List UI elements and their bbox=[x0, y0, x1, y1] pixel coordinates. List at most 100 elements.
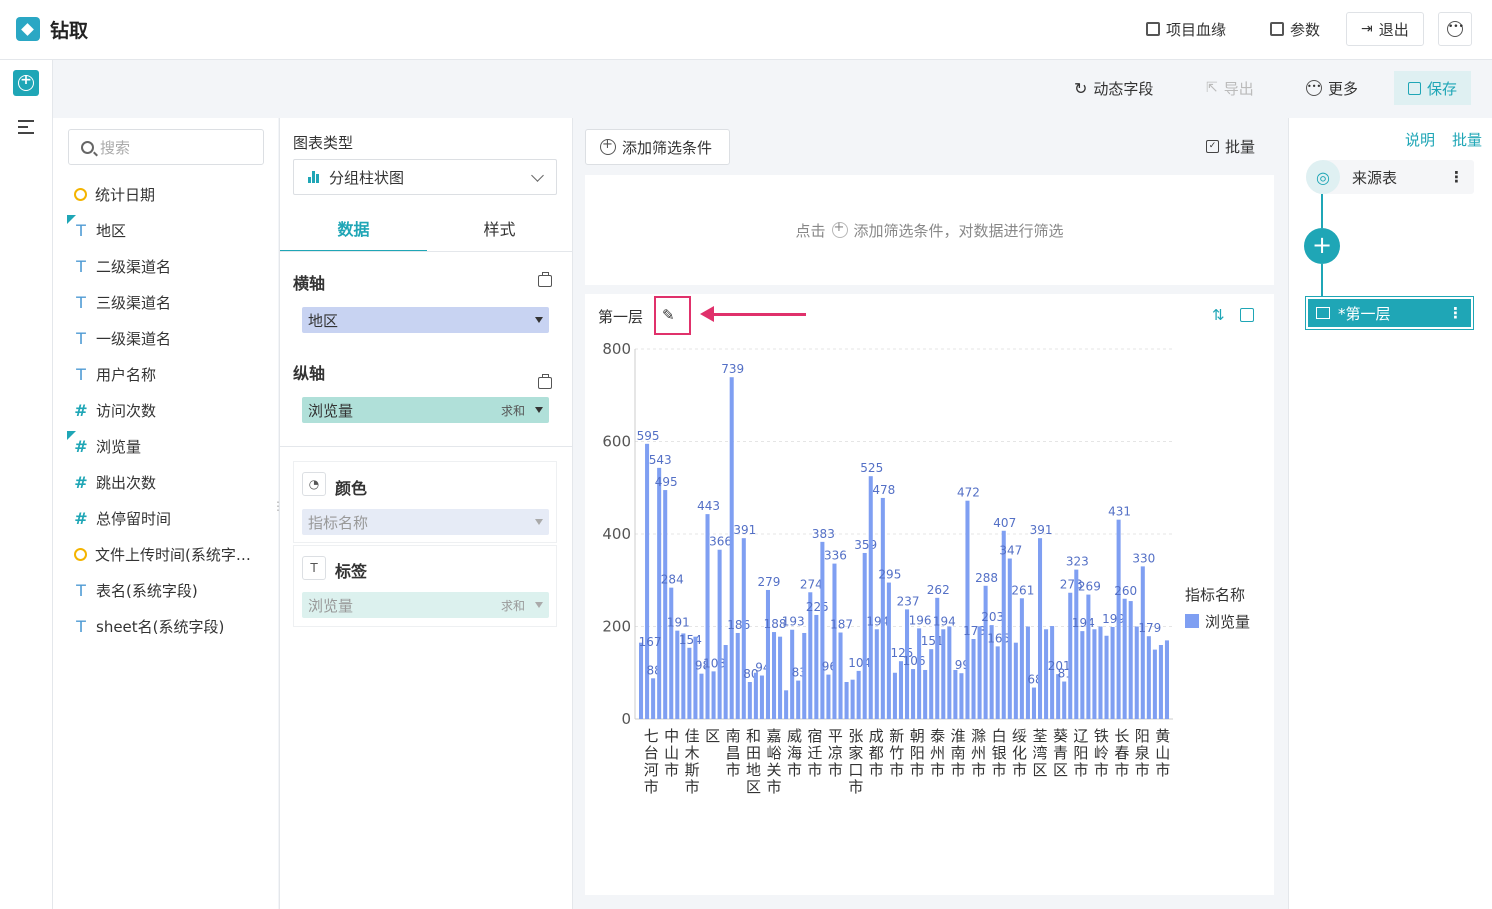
field-item[interactable]: T 表名(系统字段) bbox=[72, 578, 198, 602]
data-label: 199 bbox=[1102, 612, 1125, 626]
color-field-pill[interactable]: 指标名称 bbox=[302, 509, 549, 535]
tab-data[interactable]: 数据 bbox=[280, 210, 427, 252]
field-item[interactable]: T 一级渠道名 bbox=[72, 326, 171, 350]
field-item[interactable]: T 用户名称 bbox=[72, 362, 156, 386]
more-button[interactable]: ••• 更多 bbox=[1298, 71, 1366, 105]
filter-hint-prefix: 点击 bbox=[795, 221, 826, 240]
x-axis-settings-icon[interactable] bbox=[538, 272, 552, 287]
app-title: 钻取 bbox=[50, 20, 89, 42]
field-item[interactable]: T 二级渠道名 bbox=[72, 254, 171, 278]
field-item[interactable]: # 跳出次数 bbox=[72, 470, 156, 494]
chart-type-select[interactable]: 分组柱状图 bbox=[293, 159, 557, 195]
field-item[interactable]: # 浏览量 bbox=[67, 430, 141, 458]
bar bbox=[1092, 629, 1097, 719]
data-label: 359 bbox=[854, 538, 877, 552]
data-label: 261 bbox=[1011, 583, 1034, 597]
filter-batch-button[interactable]: ✓ 批量 bbox=[1198, 129, 1263, 163]
explain-link[interactable]: 说明 bbox=[1405, 129, 1435, 150]
field-item[interactable]: T 地区 bbox=[67, 214, 127, 242]
field-label: 统计日期 bbox=[95, 185, 156, 204]
source-node[interactable]: ◎ 来源表 ⋮ bbox=[1306, 160, 1474, 194]
fullscreen-icon[interactable] bbox=[1240, 308, 1254, 322]
data-label: 443 bbox=[697, 499, 720, 513]
legend-title: 指标名称 bbox=[1185, 586, 1245, 604]
layer-node-label: *第一层 bbox=[1338, 304, 1391, 323]
more-label: 更多 bbox=[1328, 79, 1359, 98]
color-field: 指标名称 bbox=[308, 513, 369, 532]
top-more-button[interactable]: ••• bbox=[1438, 12, 1472, 46]
field-item[interactable]: # 访问次数 bbox=[72, 398, 156, 422]
data-label: 478 bbox=[872, 483, 895, 497]
bar bbox=[1146, 636, 1151, 719]
field-item[interactable]: Tsheet名(系统字段) bbox=[72, 614, 224, 638]
search-input[interactable]: 搜索 bbox=[68, 129, 264, 165]
bar bbox=[1031, 687, 1036, 719]
data-label: 269 bbox=[1078, 580, 1101, 594]
exit-button[interactable]: ⇥ 退出 bbox=[1346, 12, 1424, 46]
layer-node[interactable]: *第一层 ⋮ bbox=[1305, 296, 1474, 330]
outline-list-icon[interactable] bbox=[18, 120, 34, 134]
dropdown-icon bbox=[535, 519, 543, 525]
y-axis-field-pill[interactable]: 浏览量 求和 bbox=[302, 397, 549, 423]
x-tick-label: 佳木斯市 bbox=[685, 727, 700, 796]
y-axis-settings-icon[interactable] bbox=[538, 374, 552, 389]
checkbox-icon: ✓ bbox=[1206, 139, 1219, 153]
bar bbox=[1104, 635, 1109, 719]
node-menu-icon[interactable]: ⋮ bbox=[1449, 168, 1464, 186]
field-label: 表名(系统字段) bbox=[96, 581, 198, 600]
x-tick-label: 泰州市 bbox=[930, 727, 945, 779]
tag-field-pill[interactable]: 浏览量 求和 bbox=[302, 592, 549, 618]
data-label: 274 bbox=[800, 577, 823, 591]
source-target-icon: ◎ bbox=[1306, 160, 1340, 194]
field-item[interactable]: 文件上传时间(系统字… bbox=[72, 542, 251, 566]
x-tick-label: 中山市 bbox=[664, 727, 679, 779]
data-label: 288 bbox=[975, 571, 998, 585]
x-tick-label: 辽阳市 bbox=[1073, 727, 1088, 779]
add-circle-icon[interactable] bbox=[831, 220, 848, 238]
text-type-icon: T bbox=[76, 364, 86, 384]
field-item[interactable]: 统计日期 bbox=[72, 182, 155, 206]
x-axis-field-pill[interactable]: 地区 bbox=[302, 307, 549, 333]
add-filter-button[interactable]: 添加筛选条件 bbox=[585, 129, 730, 165]
data-label: 203 bbox=[981, 610, 1004, 624]
data-label: 165 bbox=[987, 631, 1010, 645]
add-step-icon[interactable] bbox=[13, 70, 39, 96]
field-label: 用户名称 bbox=[96, 365, 157, 384]
bar bbox=[639, 642, 644, 719]
filter-hint-suffix: 添加筛选条件，对数据进行筛选 bbox=[853, 221, 1064, 240]
bar bbox=[983, 585, 988, 719]
bar bbox=[723, 645, 728, 719]
data-label: 336 bbox=[824, 549, 847, 563]
x-tick-label: 朝阳市 bbox=[910, 727, 925, 779]
data-label: 194 bbox=[1072, 616, 1095, 630]
bar bbox=[772, 632, 777, 719]
save-button[interactable]: 保存 bbox=[1394, 71, 1472, 105]
lineage-button[interactable]: 项目血缘 bbox=[1138, 12, 1234, 46]
bar bbox=[1164, 640, 1169, 719]
right-batch-link[interactable]: 批量 bbox=[1452, 129, 1482, 150]
bar bbox=[1140, 566, 1145, 719]
bar bbox=[735, 632, 740, 719]
bar bbox=[820, 541, 825, 719]
node-menu-icon[interactable]: ⋮ bbox=[1448, 304, 1463, 322]
export-button[interactable]: ⇱ 导出 bbox=[1198, 71, 1262, 105]
data-label: 179 bbox=[1138, 621, 1161, 635]
bar bbox=[778, 636, 783, 719]
field-label: 地区 bbox=[96, 221, 127, 240]
lineage-icon bbox=[1146, 22, 1160, 36]
params-button[interactable]: 参数 bbox=[1262, 12, 1328, 46]
layer-title: 第一层 bbox=[598, 308, 644, 326]
bar bbox=[1110, 626, 1115, 719]
field-label: 一级渠道名 bbox=[96, 329, 172, 348]
tab-style[interactable]: 样式 bbox=[426, 210, 573, 252]
bar bbox=[814, 614, 819, 719]
field-item[interactable]: # 总停留时间 bbox=[72, 506, 171, 530]
bar bbox=[880, 497, 885, 719]
dynamic-field-button[interactable]: ↻ 动态字段 bbox=[1066, 71, 1161, 105]
add-node-icon[interactable]: + bbox=[1304, 228, 1340, 264]
x-tick-label: 南昌市 bbox=[726, 727, 741, 779]
sort-icon[interactable]: ⇅ bbox=[1212, 306, 1225, 324]
data-label: 194 bbox=[933, 614, 956, 628]
field-item[interactable]: T 三级渠道名 bbox=[72, 290, 171, 314]
field-label: 二级渠道名 bbox=[96, 257, 172, 276]
